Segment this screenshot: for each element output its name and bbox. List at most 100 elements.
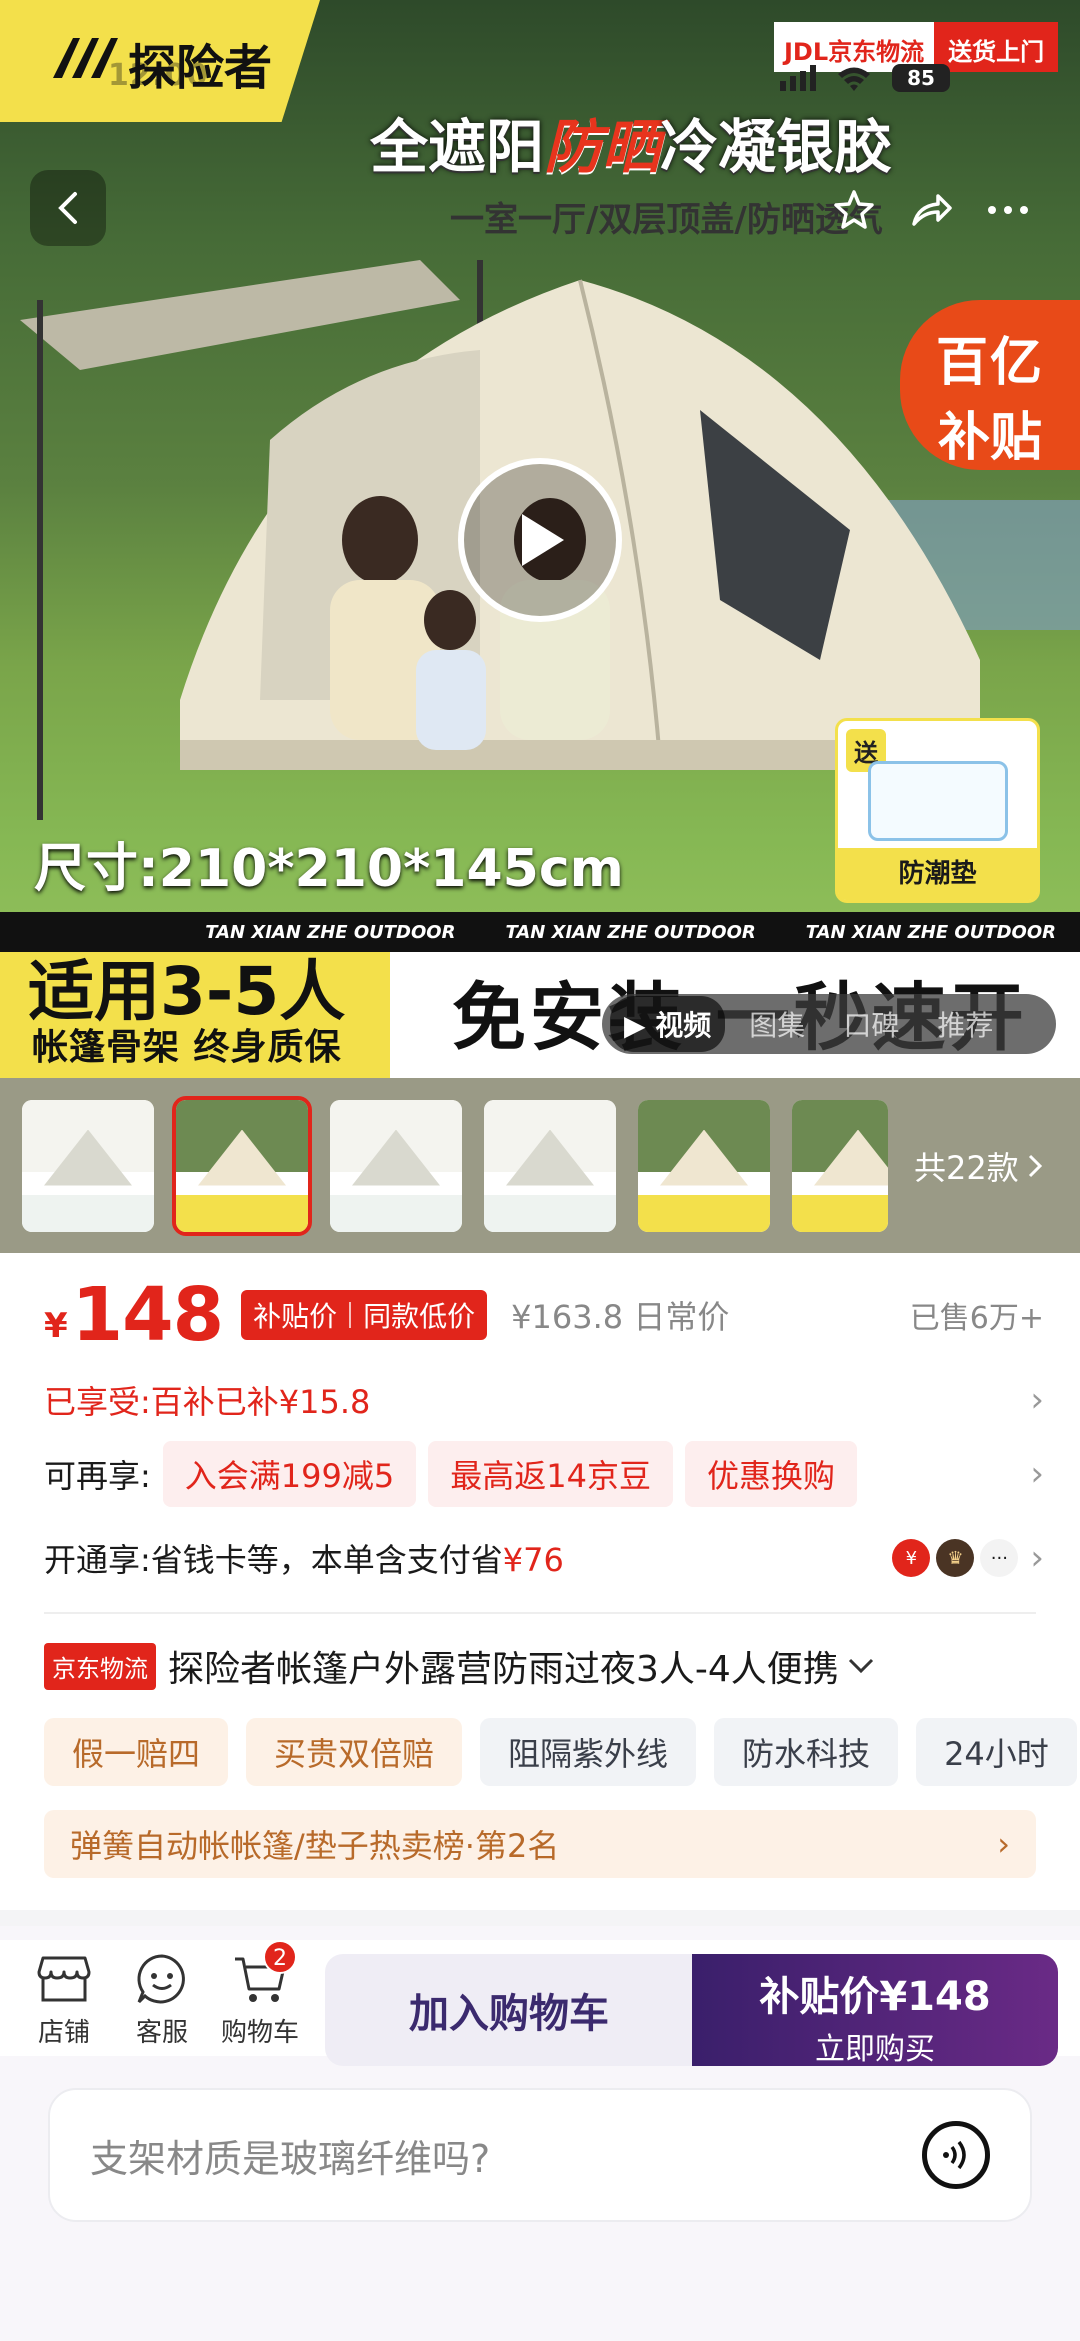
size-text: 尺寸:210*210*145cm — [34, 839, 624, 899]
cart-icon-wrap: 2 — [231, 1940, 297, 2008]
tab-video-label: 视频 — [655, 1009, 712, 1042]
favorite-button[interactable] — [822, 178, 886, 242]
ranking-text: 弹簧自动帐帐篷/垫子热卖榜·第2名 — [70, 1827, 560, 1865]
store-icon-wrap — [35, 1950, 93, 2008]
feature-tag[interactable]: 防水科技 — [714, 1718, 899, 1786]
more-offers-label: 可再享: — [44, 1457, 151, 1495]
headline-highlight: 防晒 — [544, 113, 661, 181]
price-value: 148 — [71, 1272, 224, 1358]
headline-part-a: 全遮阳 — [370, 113, 545, 181]
variant-thumbnail[interactable] — [792, 1099, 888, 1232]
tab-gallery[interactable]: 图集 — [735, 996, 819, 1052]
customer-service-button[interactable]: 客服 — [116, 1950, 208, 2049]
original-price: ¥163.8 日常价 — [511, 1298, 730, 1336]
chevron-left-icon — [58, 192, 77, 224]
coupon-icon: ¥ — [892, 1539, 931, 1577]
more-offers-row[interactable]: 可再享: 入会满199减5 最高返14京豆 优惠换购 › — [44, 1440, 1044, 1508]
lowest-price-tag: 同款低价 — [363, 1300, 476, 1333]
subsidy-price-tag: 补贴价 — [253, 1300, 338, 1333]
price-tag: 补贴价 同款低价 — [241, 1290, 488, 1340]
cart-label: 购物车 — [220, 2018, 299, 2048]
wifi-icon — [838, 67, 870, 91]
store-button[interactable]: 店铺 — [18, 1950, 110, 2049]
chevron-right-icon: › — [1030, 1380, 1044, 1420]
product-title-row[interactable]: 京东物流 探险者帐篷户外露营防雨过夜3人-4人便携 — [44, 1638, 1044, 1694]
product-hero-gallery[interactable]: 探险者 12:00 JDL京东物流 送货上门 85 全遮阳防晒冷凝银胶 一室一厅… — [0, 0, 1080, 1078]
chevron-right-icon: › — [1030, 1538, 1044, 1578]
ask-question-box[interactable]: 支架材质是玻璃纤维吗? — [48, 2088, 1032, 2222]
share-button[interactable] — [898, 178, 962, 242]
delivery-label: 送货上门 — [934, 22, 1059, 72]
ranking-row[interactable]: 弹簧自动帐帐篷/垫子热卖榜·第2名 › — [44, 1810, 1036, 1878]
video-play-button[interactable] — [458, 458, 622, 622]
hero-headline: 全遮阳防晒冷凝银胶 — [370, 100, 893, 181]
tab-recommend[interactable]: 推荐 — [923, 996, 1007, 1052]
service-label: 客服 — [135, 2018, 188, 2048]
tab-reviews[interactable]: 口碑 — [829, 996, 913, 1052]
service-icon-wrap — [133, 1950, 191, 2008]
buy-price-label: 补贴价¥148 — [759, 1974, 991, 2020]
membership-amount: ¥76 — [502, 1541, 564, 1579]
store-label: 店铺 — [37, 2018, 90, 2048]
membership-row[interactable]: 开通享:省钱卡等，本单含支付省¥76 ¥ ♛ ··· › — [44, 1528, 1044, 1588]
chat-smile-icon — [137, 1954, 185, 2004]
ask-placeholder: 支架材质是玻璃纤维吗? — [90, 2136, 491, 2181]
share-icon — [912, 194, 952, 226]
headline-part-c: 冷凝银胶 — [660, 113, 893, 181]
buy-now-button[interactable]: 补贴价¥148 立即购买 — [692, 1954, 1058, 2067]
variant-thumbnail[interactable] — [638, 1099, 770, 1232]
battery-indicator: 85 — [892, 64, 950, 92]
variant-count: 共22款 — [914, 1148, 1019, 1187]
mat-image — [868, 761, 1008, 841]
more-button[interactable] — [976, 178, 1040, 242]
offer-pill[interactable]: 优惠换购 — [684, 1441, 857, 1507]
gift-card: 送 防潮垫 — [835, 718, 1040, 903]
feature-tag[interactable]: 24小时 — [916, 1718, 1077, 1786]
chevron-down-icon — [848, 1658, 873, 1674]
sold-count: 已售6万+ — [909, 1301, 1044, 1336]
feature-tag[interactable]: 阻隔紫外线 — [480, 1718, 697, 1786]
thumb-footer — [330, 1194, 462, 1232]
product-title: 探险者帐篷户外露营防雨过夜3人-4人便携 — [168, 1649, 839, 1690]
chevron-right-icon — [1028, 1154, 1042, 1177]
chevron-right-icon: › — [997, 1825, 1010, 1863]
price-row: ¥ 148 补贴价 同款低价 ¥163.8 日常价 已售6万+ — [44, 1270, 1044, 1360]
status-icons: 85 — [780, 64, 950, 92]
crown-icon: ♛ — [936, 1539, 975, 1577]
media-tabs: ▶ 视频 图集 口碑 推荐 — [602, 994, 1056, 1054]
feature-tag[interactable]: 买贵双倍赔 — [246, 1718, 463, 1786]
buy-now-label: 立即购买 — [815, 2032, 935, 2067]
back-button[interactable] — [30, 170, 106, 246]
variant-thumbnail[interactable] — [22, 1099, 154, 1232]
tab-video[interactable]: ▶ 视频 — [610, 996, 726, 1052]
thumb-footer — [484, 1194, 616, 1232]
chevron-right-icon: › — [1030, 1454, 1044, 1494]
voice-wave-icon — [943, 2140, 966, 2170]
feature-tags: 假一赔四 买贵双倍赔 阻隔紫外线 防水科技 24小时 — [44, 1718, 1080, 1786]
variant-thumbnail-selected[interactable] — [172, 1095, 312, 1236]
variant-thumbnail-strip: 共22款 — [0, 1078, 1080, 1253]
cart-icon-button[interactable]: 2 购物车 — [214, 1940, 306, 2049]
offer-pill[interactable]: 入会满199减5 — [162, 1441, 417, 1507]
section-gap — [0, 1910, 1080, 1926]
voice-button[interactable] — [922, 2121, 990, 2189]
signal-icon — [780, 65, 816, 91]
promo-warranty: 帐篷骨架 终身质保 — [32, 1027, 342, 1068]
thumb-footer — [638, 1194, 770, 1232]
store-icon — [37, 1956, 91, 2002]
outdoor-tag: TAN XIAN ZHE OUTDOOR — [805, 921, 1056, 943]
variant-thumbnail[interactable] — [330, 1099, 462, 1232]
offer-pill[interactable]: 最高返14京豆 — [428, 1441, 673, 1507]
hero-subline: 一室一厅/双层顶盖/防晒透气 — [450, 200, 883, 240]
bottom-action-bar: 店铺 客服 2 购物车 加入购物车 补贴价¥148 立即购买 支架材质是玻璃纤维… — [0, 1926, 1080, 2341]
cart-count-badge: 2 — [263, 1940, 297, 1974]
feature-tag[interactable]: 假一赔四 — [44, 1718, 229, 1786]
add-to-cart-button[interactable]: 加入购物车 — [325, 1954, 693, 2066]
enjoyed-discount-row[interactable]: 已享受:百补已补¥15.8 › — [44, 1370, 1044, 1430]
variant-thumbnail[interactable] — [484, 1099, 616, 1232]
thumb-footer — [22, 1194, 154, 1232]
price-currency: ¥ — [44, 1306, 68, 1346]
membership-icons: ¥ ♛ ··· — [892, 1539, 1019, 1577]
membership-label: 开通享:省钱卡等，本单含支付省 — [44, 1541, 503, 1579]
all-variants-link[interactable]: 共22款 — [914, 1143, 1043, 1189]
